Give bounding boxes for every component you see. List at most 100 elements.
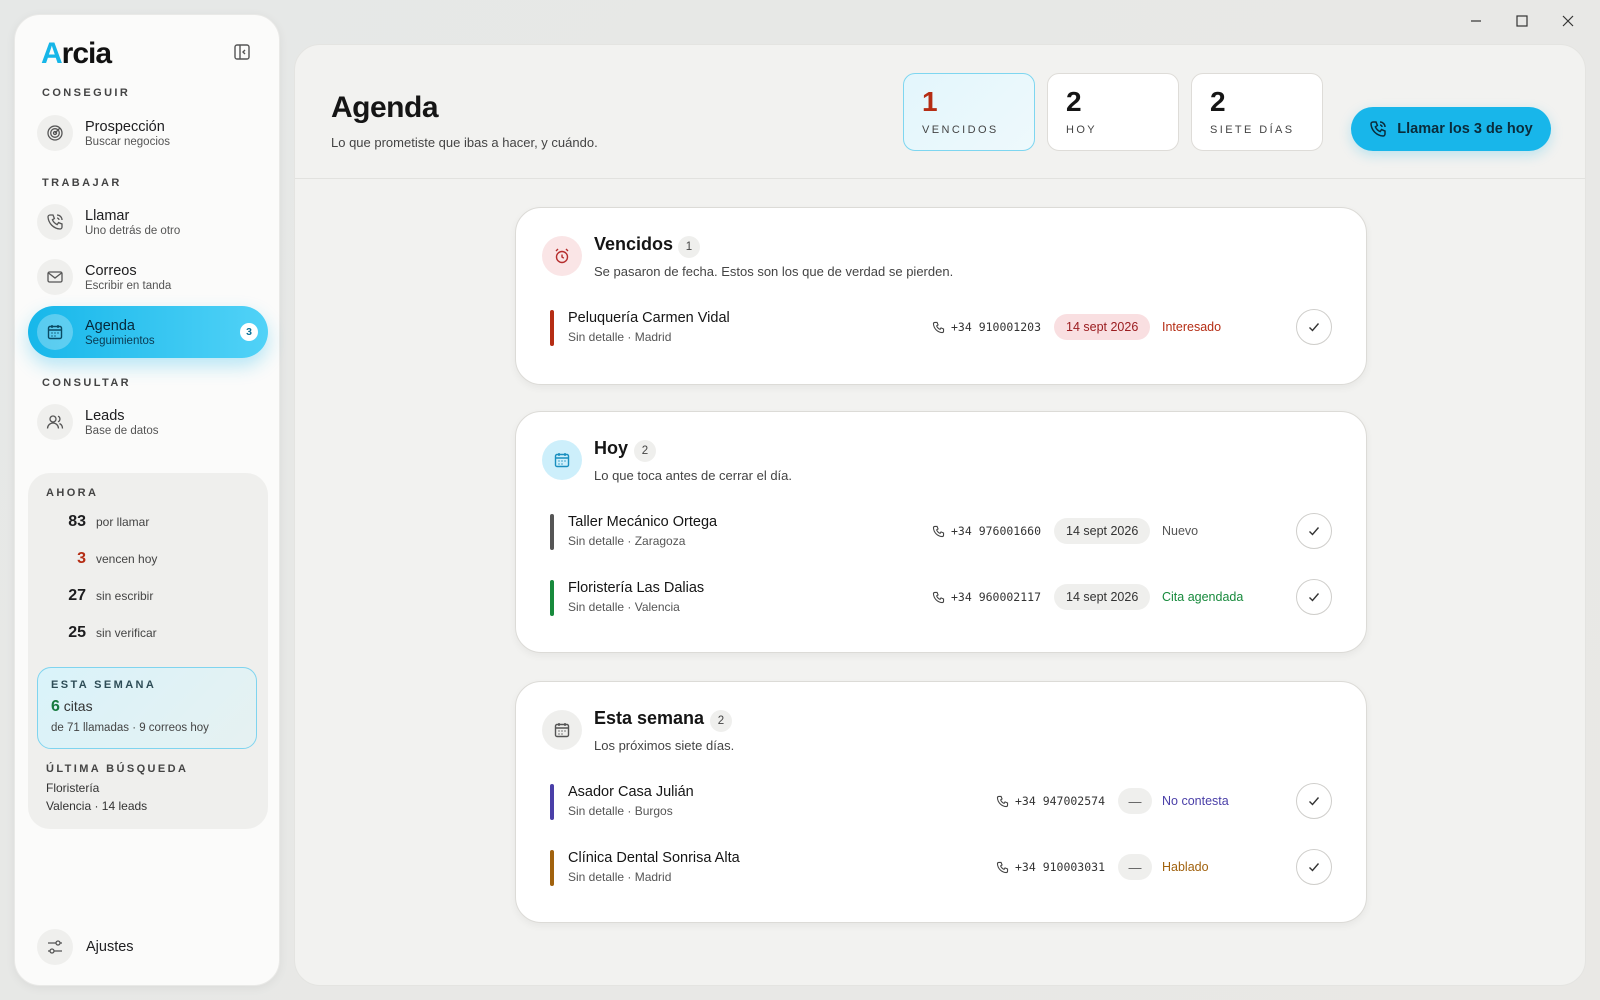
lead-row[interactable]: Peluquería Carmen Vidal Sin detalle · Ma… [550,308,1332,348]
sidebar-item-title: Prospección [85,118,165,135]
lead-row[interactable]: Clínica Dental Sonrisa Alta Sin detalle … [550,848,1332,888]
kpi-number: 2 [1066,86,1082,117]
phone-icon [932,321,945,333]
last-search-term[interactable]: Floristería [46,781,99,795]
stat-vencen-hoy[interactable]: 3 vencen hoy [46,550,157,568]
lead-phone[interactable]: +34 976001660 [932,524,1041,538]
lead-status: Cita agendada [1162,590,1244,604]
lead-date-pill: 14 sept 2026 [1054,518,1151,544]
lead-date-pill: — [1118,854,1152,880]
page-header: Agenda Lo que prometiste que ibas a hace… [295,45,1585,179]
sidebar-item-leads[interactable]: Leads Base de datos [28,396,268,448]
maximize-icon[interactable] [1508,10,1536,32]
lead-phone-number: +34 910001203 [951,320,1042,334]
lead-row[interactable]: Taller Mecánico Ortega Sin detalle · Zar… [550,512,1332,552]
sidebar: Arcia CONSEGUIR Prospección Buscar negoc… [14,14,280,986]
sidebar-item-agenda[interactable]: Agenda Seguimientos 3 [28,306,268,358]
window-controls [1462,10,1582,32]
lead-phone-number: +34 947002574 [1015,794,1106,808]
logo-initial: A [41,37,63,70]
lead-date-pill: — [1118,788,1152,814]
kpi-siete-dias[interactable]: 2 SIETE DÍAS [1191,73,1323,151]
week-summary-card: ESTA SEMANA 6 citas de 71 llamadas · 9 c… [37,667,257,749]
lead-status: Nuevo [1162,524,1199,538]
card-subtitle: Se pasaron de fecha. Estos son los que d… [594,264,954,279]
lead-phone-number: +34 976001660 [951,524,1042,538]
sidebar-item-correos[interactable]: Correos Escribir en tanda [28,251,268,303]
lead-meta: Sin detalle · Valencia [568,600,680,614]
lead-meta: Sin detalle · Madrid [568,330,672,344]
page-subtitle: Lo que prometiste que ibas a hacer, y cu… [331,135,598,150]
check-icon [1309,323,1320,332]
mark-done-button[interactable] [1296,309,1332,345]
week-summary-label: ESTA SEMANA [51,679,157,691]
radar-icon [37,115,73,151]
lead-meta: Sin detalle · Burgos [568,804,673,818]
mark-done-button[interactable] [1296,579,1332,615]
close-icon[interactable] [1554,10,1582,32]
kpi-number: 1 [922,86,938,117]
lead-row[interactable]: Floristería Las Dalias Sin detalle · Val… [550,578,1332,618]
week-summary-value: 6 citas [51,698,93,716]
minimize-icon[interactable] [1462,10,1490,32]
mark-done-button[interactable] [1296,783,1332,819]
phone-icon [996,795,1009,807]
mark-done-button[interactable] [1296,513,1332,549]
phone-icon [37,204,73,240]
calendar-icon [37,314,73,350]
card-esta-semana: Esta semana 2 Los próximos siete días. A… [515,681,1367,923]
stat-sin-verificar[interactable]: 25 sin verificar [46,624,157,642]
card-count: 2 [710,710,732,732]
stat-label: por llamar [96,515,150,529]
card-subtitle: Lo que toca antes de cerrar el día. [594,468,793,483]
sidebar-item-llamar[interactable]: Llamar Uno detrás de otro [28,196,268,248]
settings-label: Ajustes [86,939,134,955]
sidebar-item-subtitle: Base de datos [85,424,159,437]
lead-phone[interactable]: +34 910003031 [996,860,1105,874]
week-appointments-unit: citas [63,698,93,714]
stat-label: sin escribir [96,589,154,603]
stat-label: sin verificar [96,626,157,640]
sidebar-collapse-icon[interactable] [233,43,255,65]
stat-sin-escribir[interactable]: 27 sin escribir [46,587,153,605]
phone-icon [996,861,1009,873]
sidebar-item-subtitle: Buscar negocios [85,135,171,148]
kpi-number: 2 [1210,86,1226,117]
section-label-trabajar: TRABAJAR [42,177,122,189]
lead-phone-number: +34 910003031 [1015,860,1106,874]
phone-icon [932,591,945,603]
kpi-hoy[interactable]: 2 HOY [1047,73,1179,151]
section-label-consultar: CONSULTAR [42,377,132,389]
lead-name: Clínica Dental Sonrisa Alta [568,850,740,866]
kpi-label: SIETE DÍAS [1210,124,1295,136]
card-title: Vencidos [594,234,674,254]
lead-status-bar [550,580,554,616]
lead-phone[interactable]: +34 960002117 [932,590,1041,604]
check-icon [1309,863,1320,872]
agenda-count-badge: 3 [240,323,258,341]
lead-status-bar [550,310,554,346]
now-panel: AHORA 83 por llamar 3 vencen hoy 27 sin … [28,473,268,829]
phone-icon [932,525,945,537]
logo[interactable]: Arcia [41,37,112,71]
lead-meta: Sin detalle · Madrid [568,870,672,884]
last-search-detail: Valencia · 14 leads [46,799,148,813]
card-hoy: Hoy 2 Lo que toca antes de cerrar el día… [515,411,1367,653]
lead-phone[interactable]: +34 947002574 [996,794,1105,808]
sidebar-item-prospeccion[interactable]: Prospección Buscar negocios [28,107,268,159]
kpi-vencidos[interactable]: 1 VENCIDOS [903,73,1035,151]
section-label-conseguir: CONSEGUIR [42,87,131,99]
week-summary-detail: de 71 llamadas · 9 correos hoy [51,722,209,734]
stat-number: 3 [77,550,86,567]
stat-por-llamar[interactable]: 83 por llamar [46,513,149,531]
sidebar-item-ajustes[interactable]: Ajustes [37,929,134,965]
lead-date-pill: 14 sept 2026 [1054,314,1151,340]
call-today-button[interactable]: Llamar los 3 de hoy [1351,107,1551,151]
lead-status-bar [550,784,554,820]
kpi-label: VENCIDOS [922,124,999,136]
lead-phone[interactable]: +34 910001203 [932,320,1041,334]
mark-done-button[interactable] [1296,849,1332,885]
logo-text: rcia [61,37,112,70]
check-icon [1309,797,1320,806]
lead-row[interactable]: Asador Casa Julián Sin detalle · Burgos … [550,782,1332,822]
